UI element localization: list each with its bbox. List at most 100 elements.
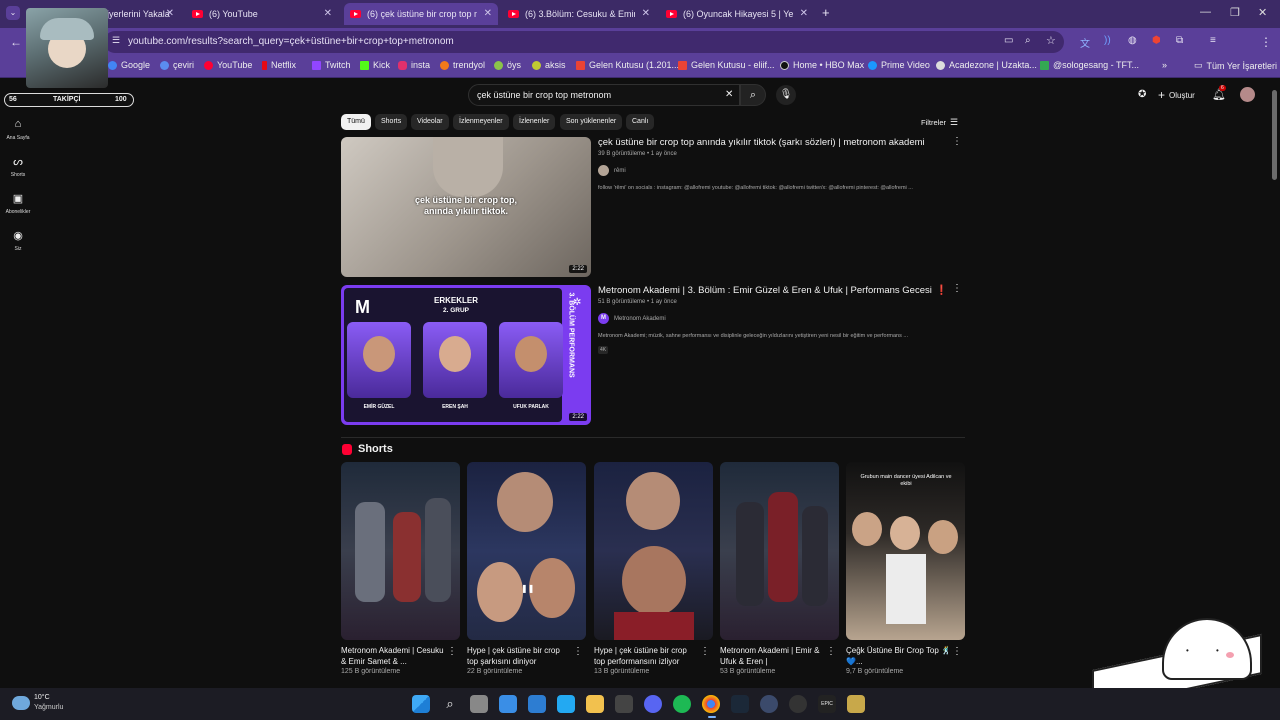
extensions-puzzle-icon[interactable]: ⧉: [1176, 35, 1183, 46]
short-thumbnail[interactable]: ❚❚: [467, 462, 586, 640]
search-box[interactable]: çek üstüne bir crop top metronom ✕: [468, 84, 740, 106]
translate-extension-icon[interactable]: 文: [1080, 35, 1090, 50]
close-window-icon[interactable]: ✕: [1258, 6, 1267, 19]
short-thumbnail[interactable]: Grubun main dancer üyesi Adilcan ve ekib…: [846, 462, 965, 640]
lightbulb-extension-icon[interactable]: ◍: [1128, 35, 1137, 46]
tab-search-button[interactable]: ⌄: [6, 6, 20, 20]
restore-icon[interactable]: ❐: [1230, 6, 1240, 19]
chrome-icon[interactable]: [702, 695, 720, 713]
short-thumbnail[interactable]: [341, 462, 460, 640]
guide-item-shorts[interactable]: ᔕ Shorts: [2, 155, 34, 178]
extension-icon[interactable]: )): [1104, 35, 1111, 46]
bookmark-hbo[interactable]: Home • HBO Max: [780, 60, 864, 70]
epic-games-icon[interactable]: EPIC: [818, 695, 836, 713]
channel-link[interactable]: M Metronom Akademi: [598, 313, 666, 324]
weather-desc[interactable]: Yağmurlu: [34, 704, 63, 711]
close-icon[interactable]: ✕: [324, 8, 332, 19]
more-actions-icon[interactable]: ⋮: [952, 136, 962, 147]
task-view-icon[interactable]: [470, 695, 488, 713]
bookmark-twitch[interactable]: Twitch: [312, 60, 351, 70]
minimize-icon[interactable]: —: [1200, 6, 1211, 18]
app-icon[interactable]: [760, 695, 778, 713]
close-icon[interactable]: ✕: [800, 8, 808, 19]
chip-shorts[interactable]: Shorts: [375, 114, 408, 130]
bookmark-kick[interactable]: Kick: [360, 60, 390, 70]
bookmarks-overflow-icon[interactable]: »: [1162, 60, 1167, 70]
bookmark-star-icon[interactable]: ☆: [1046, 34, 1056, 47]
more-actions-icon[interactable]: ⋮: [447, 646, 457, 657]
more-actions-icon[interactable]: ⋮: [700, 646, 710, 657]
page-scrollbar[interactable]: [1272, 84, 1278, 688]
obs-icon[interactable]: [789, 695, 807, 713]
guide-item-subscriptions[interactable]: ▣ Abonelikler: [2, 192, 34, 215]
back-icon[interactable]: ←: [10, 35, 22, 49]
chip-videos[interactable]: Videolar: [411, 114, 449, 130]
chip-watched[interactable]: İzlenenler: [513, 114, 556, 130]
chip-all[interactable]: Tümü: [341, 114, 371, 130]
bookmark-acadezone[interactable]: Acadezone | Uzakta...: [936, 60, 1037, 70]
bookmark-google[interactable]: Google: [108, 60, 150, 70]
menu-icon[interactable]: ⋮: [1260, 35, 1272, 49]
tab-2[interactable]: (6) çek üstüne bir crop top met ✕: [344, 3, 498, 25]
search-button[interactable]: ⌕: [740, 84, 766, 106]
more-actions-icon[interactable]: ⋮: [952, 283, 962, 294]
chip-live[interactable]: Canlı: [626, 114, 655, 130]
close-icon[interactable]: ✕: [166, 8, 174, 19]
bookmark-oys[interactable]: öys: [494, 60, 521, 70]
short-thumbnail[interactable]: [720, 462, 839, 640]
close-icon[interactable]: ✕: [484, 8, 492, 19]
weather-cloud-icon[interactable]: [12, 696, 30, 710]
pause-icon[interactable]: ❚❚: [521, 584, 534, 593]
bookmark-gmail-1[interactable]: Gelen Kutusu (1.201...: [576, 60, 679, 70]
cast-icon[interactable]: ▭: [1004, 35, 1013, 46]
tab-list-icon[interactable]: ≡: [1210, 35, 1216, 46]
channel-link[interactable]: rêmi: [598, 165, 626, 176]
clear-search-icon[interactable]: ✕: [725, 89, 733, 100]
cast-icon[interactable]: ✪: [1138, 89, 1146, 100]
app-icon[interactable]: [528, 695, 546, 713]
short-thumbnail[interactable]: [594, 462, 713, 640]
short-title[interactable]: Hype | çek üstüne bir crop top şarkısını…: [467, 645, 573, 667]
weather-temp[interactable]: 10°C: [34, 694, 50, 701]
guide-item-home[interactable]: ⌂ Ana Sayfa: [2, 118, 34, 141]
short-title[interactable]: Hype | çek üstüne bir crop top performan…: [594, 645, 700, 667]
app-icon[interactable]: [499, 695, 517, 713]
bookmark-aksis[interactable]: aksis: [532, 60, 566, 70]
create-button[interactable]: + Oluştur: [1158, 87, 1195, 103]
tab-0[interactable]: ajyerlerini Yakala ✕: [96, 3, 180, 25]
bookmark-netflix[interactable]: Netflix: [262, 60, 296, 70]
adblock-extension-icon[interactable]: ⬢: [1152, 35, 1161, 46]
bookmark-insta[interactable]: insta: [398, 60, 430, 70]
search-icon[interactable]: ⌕: [441, 695, 459, 713]
bookmark-tft[interactable]: @sologesang - TFT...: [1040, 60, 1139, 70]
filters-button[interactable]: Filtreler ☰: [921, 117, 958, 128]
windows-start-icon[interactable]: [412, 695, 430, 713]
bookmark-ceviri[interactable]: çeviri: [160, 60, 194, 70]
short-title[interactable]: Metronom Akademi | Cesuku & Emir Samet &…: [341, 645, 447, 667]
unity-icon[interactable]: [615, 695, 633, 713]
guide-item-you[interactable]: ◉ Siz: [2, 229, 34, 252]
app-icon[interactable]: [847, 695, 865, 713]
site-info-icon[interactable]: ☰: [112, 35, 120, 46]
video-thumbnail[interactable]: M ERKEKLER 2. GRUP EMİR GÜZEL EREN ŞAH U…: [341, 285, 591, 425]
spotify-icon[interactable]: [673, 695, 691, 713]
chip-unwatched[interactable]: İzlenmeyenler: [453, 114, 509, 130]
search-input[interactable]: çek üstüne bir crop top metronom: [477, 90, 611, 100]
address-bar[interactable]: ☰ youtube.com/results?search_query=çek+ü…: [104, 31, 1064, 53]
more-actions-icon[interactable]: ⋮: [952, 646, 962, 657]
bookmark-prime[interactable]: Prime Video: [868, 60, 930, 70]
steam-icon[interactable]: [731, 695, 749, 713]
bookmark-youtube[interactable]: YouTube: [204, 60, 252, 70]
voice-search-button[interactable]: 🎙: [776, 85, 796, 105]
video-title[interactable]: çek üstüne bir crop top anında yıkılır t…: [598, 137, 925, 148]
all-bookmarks[interactable]: ▭ Tüm Yer İşaretleri: [1194, 60, 1277, 71]
chip-recently-uploaded[interactable]: Son yüklenenler: [560, 114, 623, 130]
video-thumbnail[interactable]: çek üstüne bir crop top, anında yıkılır …: [341, 137, 591, 277]
scrollbar-thumb[interactable]: [1272, 90, 1277, 180]
bookmark-gmail-2[interactable]: Gelen Kutusu - eliif...: [678, 60, 775, 70]
short-title[interactable]: Metronom Akademi | Emir & Ufuk & Eren |: [720, 645, 826, 667]
close-icon[interactable]: ✕: [642, 8, 650, 19]
tab-4[interactable]: (6) Oyuncak Hikayesi 5 | Yeni Re ✕: [660, 3, 814, 25]
more-actions-icon[interactable]: ⋮: [573, 646, 583, 657]
zoom-icon[interactable]: ⌕: [1025, 35, 1031, 46]
